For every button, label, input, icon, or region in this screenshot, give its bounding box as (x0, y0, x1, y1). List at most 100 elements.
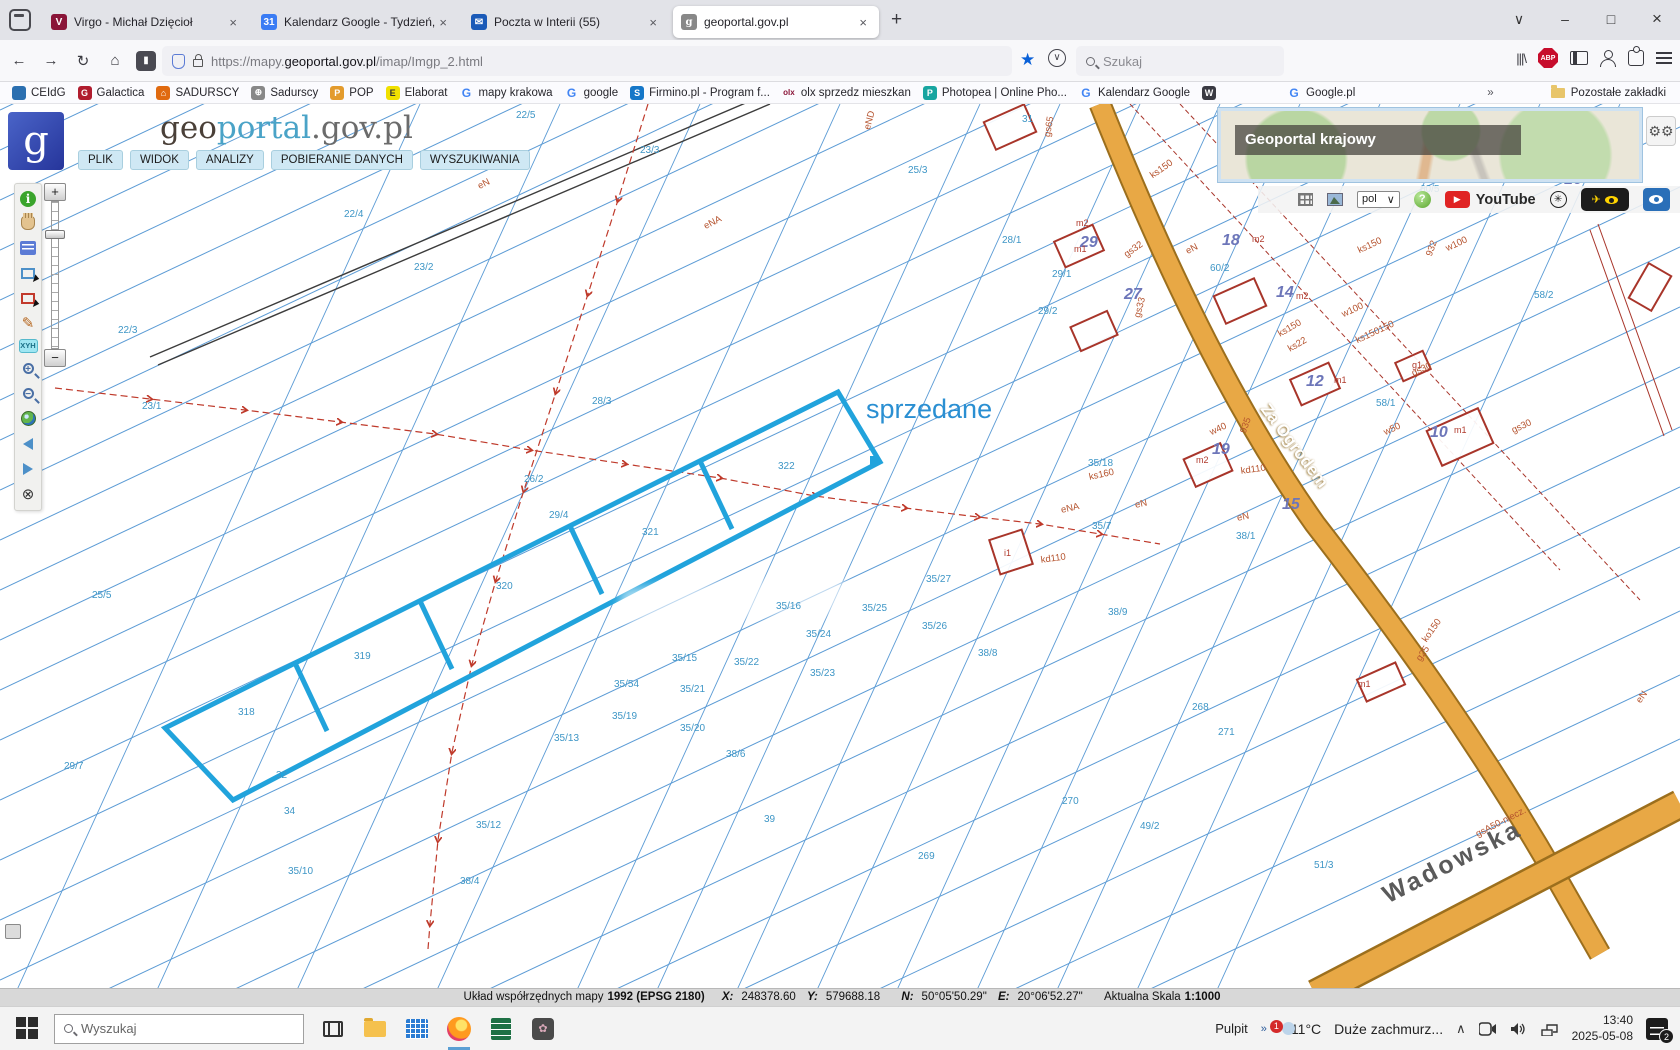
library-icon[interactable]: |||\ (1516, 51, 1527, 66)
hidden-icons-chevron[interactable]: ∧ (1456, 1021, 1466, 1037)
bookmark-item[interactable]: ⊕ Sadurscy (251, 85, 318, 100)
spreadsheet-app-button[interactable] (488, 1016, 514, 1042)
zoom-minus-button[interactable]: − (44, 349, 66, 367)
firefox-view-icon[interactable] (9, 9, 31, 31)
bookmark-item[interactable]: CEIdG (12, 85, 66, 100)
file-explorer-button[interactable] (362, 1016, 388, 1042)
toolbar-expand-icon[interactable]: » (1261, 1023, 1267, 1035)
tab-virgo[interactable]: V Virgo - Michał Dzięcioł × (43, 6, 249, 38)
taskbar-search[interactable]: Wyszukaj (54, 1013, 304, 1044)
search-bar[interactable]: Szukaj (1076, 46, 1284, 76)
settings-gears-icon[interactable]: ⚙⚙ (1646, 116, 1676, 146)
select-rectangle-icon[interactable] (21, 267, 35, 279)
bookmark-item[interactable]: G Galactica (77, 85, 144, 100)
meet-now-icon[interactable] (1478, 1021, 1497, 1036)
tab-close-icon[interactable]: × (225, 13, 241, 32)
bookmark-star-icon[interactable]: ★ (1020, 50, 1035, 70)
tab-calendar[interactable]: 31 Kalendarz Google - Tydzień, w | × (253, 6, 459, 38)
back-button[interactable]: ← (6, 48, 32, 74)
network-icon[interactable] (1540, 1022, 1559, 1036)
start-button[interactable] (16, 1016, 40, 1041)
bookmark-item[interactable]: G Google.pl (1287, 86, 1355, 100)
menu-pobieranie-danych[interactable]: POBIERANIE DANYCH (270, 150, 413, 170)
tab-close-icon[interactable]: × (855, 13, 871, 32)
menu-widok[interactable]: WIDOK (129, 150, 189, 170)
zoom-out-tool-icon[interactable]: − (22, 388, 34, 400)
grid-app-button[interactable] (404, 1016, 430, 1042)
bookmark-item[interactable]: Gmapy krakowa (459, 86, 553, 100)
bookmark-item[interactable]: P Photopea | Online Pho... (922, 85, 1067, 100)
zoom-plus-button[interactable]: + (44, 183, 66, 201)
full-extent-icon[interactable] (20, 411, 36, 427)
volume-icon[interactable] (1510, 1022, 1528, 1036)
menu-wyszukiwania[interactable]: WYSZUKIWANIA (419, 150, 530, 170)
extensions-icon[interactable] (1628, 46, 1644, 66)
account-icon[interactable] (1600, 50, 1616, 67)
tab-mail[interactable]: ✉ Poczta w Interii (55) × (463, 6, 669, 38)
weather-temperature[interactable]: 11°C (1291, 1021, 1321, 1037)
url-bar[interactable]: https://mapy. geoportal.gov.pl/imap/Imgp_… (162, 46, 1012, 76)
sidebar-icon[interactable] (1570, 51, 1588, 65)
bookmark-item[interactable]: ⌂ SADURSCY (156, 85, 239, 100)
notification-center-icon[interactable]: 2 (1646, 1017, 1674, 1044)
bookmark-item[interactable]: olx olx sprzedz mieszkan (782, 86, 911, 100)
youtube-label[interactable]: YouTube (1476, 192, 1536, 208)
lock-icon[interactable] (193, 54, 203, 67)
bookmark-item[interactable]: W (1202, 85, 1221, 100)
weather-description[interactable]: Duże zachmurz... (1334, 1021, 1443, 1037)
accessibility-icon[interactable]: ✳ (1549, 191, 1567, 208)
map-corner-icon[interactable] (5, 924, 21, 939)
bookmark-item[interactable]: P POP (330, 85, 374, 100)
grid-tool-icon[interactable] (1298, 193, 1313, 206)
xyh-coordinates-tool[interactable]: XYH (18, 338, 38, 353)
bookmark-item[interactable]: Ggoogle (565, 86, 618, 100)
pan-tool-icon[interactable] (21, 213, 35, 231)
task-view-button[interactable] (320, 1016, 346, 1042)
other-bookmarks[interactable]: Pozostałe zakładki (1550, 84, 1666, 99)
menu-icon[interactable] (1656, 52, 1672, 64)
zoom-handle[interactable] (45, 230, 65, 239)
contrast-mode-button[interactable]: ✈ (1580, 188, 1629, 211)
tab-list-button[interactable]: ∨ (1496, 11, 1542, 28)
bookmark-item[interactable]: G Kalendarz Google (1079, 86, 1190, 100)
photo-app-button[interactable]: ✿ (530, 1016, 556, 1042)
adblock-icon[interactable]: ABP (1538, 48, 1558, 68)
tab-geoportal[interactable]: g geoportal.gov.pl × (673, 6, 879, 38)
home-button[interactable]: ⌂ (102, 48, 128, 74)
clock[interactable]: 13:40 2025-05-08 (1572, 1013, 1633, 1044)
close-window-button[interactable]: × (1634, 9, 1680, 29)
map-canvas[interactable] (0, 104, 1680, 988)
firefox-button[interactable] (446, 1016, 472, 1050)
bookmark-item[interactable]: » (1487, 87, 1493, 99)
desktop-toolbar-label[interactable]: Pulpit (1215, 1021, 1248, 1036)
deselect-rectangle-icon[interactable] (21, 292, 35, 304)
zoom-in-tool-icon[interactable]: + (22, 363, 34, 375)
info-tool-icon[interactable]: i (20, 191, 36, 208)
draw-tool-icon[interactable]: ✎ (19, 314, 37, 332)
pocket-icon[interactable]: ∨ (1048, 49, 1066, 67)
legend-tool-icon[interactable] (20, 241, 36, 256)
tab-close-icon[interactable]: × (645, 13, 661, 32)
maximize-button[interactable]: □ (1588, 11, 1634, 27)
overview-minimap[interactable]: Geoportal krajowy (1217, 107, 1643, 183)
bookmark-item[interactable]: E Elaborat (385, 85, 447, 100)
zoom-track[interactable] (45, 201, 65, 349)
bookmark-item[interactable]: S Firmino.pl - Program f... (630, 85, 770, 100)
previous-view-icon[interactable] (23, 437, 33, 450)
menu-analizy[interactable]: ANALIZY (195, 150, 264, 170)
clear-selection-icon[interactable]: ⊗ (19, 485, 37, 503)
geoportal-logo[interactable]: g (8, 112, 64, 170)
visibility-button[interactable] (1642, 188, 1670, 211)
menu-plik[interactable]: PLIK (78, 150, 123, 170)
reload-button[interactable]: ↻ (70, 48, 96, 74)
image-tool-icon[interactable] (1327, 193, 1343, 206)
tracking-shield-icon[interactable] (172, 53, 185, 69)
tab-close-icon[interactable]: × (435, 13, 451, 32)
language-select[interactable]: pol ∨ (1357, 191, 1400, 208)
help-icon[interactable]: ? (1413, 191, 1431, 208)
minimize-button[interactable]: – (1542, 11, 1588, 27)
extension-icon-1[interactable]: ▮ (136, 50, 156, 71)
youtube-play-icon[interactable]: ▶ (1444, 191, 1470, 208)
next-view-icon[interactable] (23, 462, 33, 475)
new-tab-button[interactable]: + (881, 7, 912, 33)
